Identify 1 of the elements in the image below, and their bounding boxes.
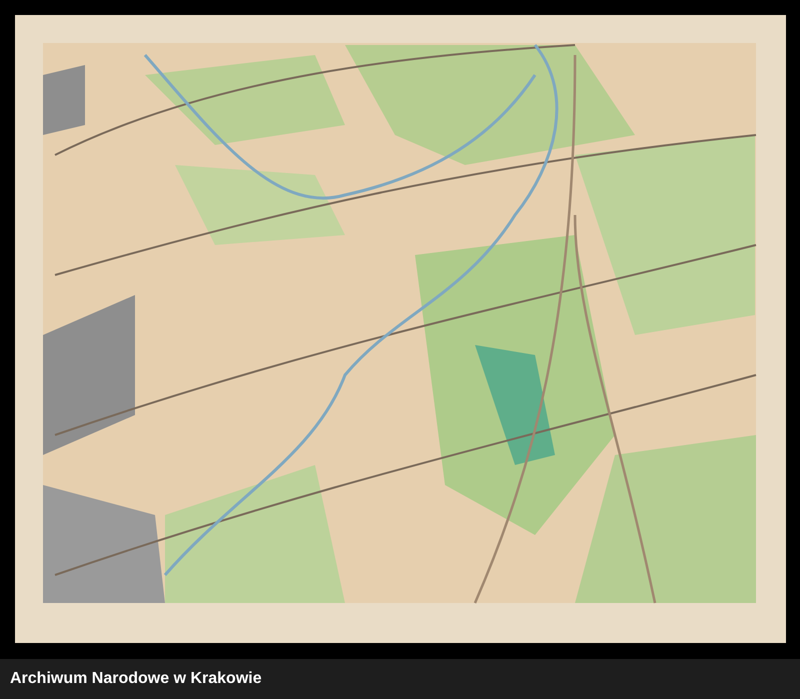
archive-caption: Archiwum Narodowe w Krakowie [10, 670, 262, 688]
